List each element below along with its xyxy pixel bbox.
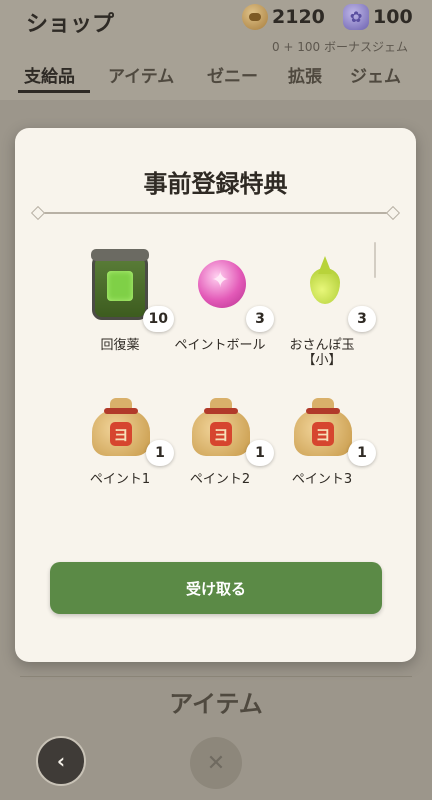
shop-header: ショップ 2120 100 0 + 100 ボーナスジェム 支給品 アイテム ゼ…: [0, 0, 432, 100]
potion-jar-icon: 10: [82, 249, 174, 332]
seed-drop-icon: 3: [284, 250, 376, 332]
reward-item: ヨ 1 ペイント3: [272, 384, 376, 487]
reward-item: ヨ 1 ペイント1: [70, 384, 174, 487]
paint-bag-icon: ヨ 1: [182, 384, 274, 466]
item-label: おさんぽ玉【小】: [289, 338, 355, 368]
close-button[interactable]: ✕: [190, 737, 242, 789]
receive-button[interactable]: 受け取る: [50, 562, 382, 614]
gem-count: 100: [373, 6, 413, 28]
reward-item: 3 おさんぽ玉【小】: [272, 250, 376, 368]
paint-bag-icon: ヨ 1: [284, 384, 376, 466]
scrollbar[interactable]: [374, 242, 376, 278]
coin-count: 2120: [272, 6, 325, 28]
item-label: ペイント1: [89, 472, 151, 487]
tab-gems[interactable]: ジェム: [350, 62, 401, 87]
back-button[interactable]: ‹: [36, 736, 86, 786]
quantity-badge: 1: [246, 440, 274, 466]
tab-expansion[interactable]: 拡張: [288, 62, 322, 87]
quantity-badge: 1: [348, 440, 376, 466]
coin-balance: 2120: [242, 4, 325, 30]
chevron-left-icon: ‹: [56, 749, 66, 773]
divider: [20, 676, 412, 677]
section-title: アイテム: [169, 690, 263, 718]
page-title: ショップ: [26, 12, 115, 37]
active-tab-indicator: [18, 90, 90, 93]
tab-items[interactable]: アイテム: [108, 62, 174, 87]
quantity-badge: 3: [348, 306, 376, 332]
reward-item: 3 ペイントボール: [170, 250, 274, 353]
reward-item: 10 回復薬: [70, 249, 174, 353]
coin-icon: [242, 4, 268, 30]
gem-icon: [343, 4, 369, 30]
ornamental-divider: [30, 205, 401, 221]
tab-zenny[interactable]: ゼニー: [207, 62, 258, 87]
item-label: ペイント3: [291, 472, 353, 487]
shop-tabs: 支給品 アイテム ゼニー 拡張 ジェム: [0, 62, 432, 96]
item-label: ペイント2: [189, 472, 251, 487]
paint-ball-icon: 3: [182, 250, 274, 332]
tab-supplies[interactable]: 支給品: [24, 62, 75, 87]
reward-item: ヨ 1 ペイント2: [170, 384, 274, 487]
item-label: ペイントボール: [174, 338, 266, 353]
item-label: 回復薬: [100, 338, 140, 353]
pre-registration-rewards-modal: 事前登録特典 10 回復薬 3 ペイントボール 3 おさんぽ玉【小】 ヨ 1: [15, 128, 416, 662]
bonus-gems-text: 0 + 100 ボーナスジェム: [271, 40, 408, 54]
modal-title: 事前登録特典: [143, 170, 288, 198]
quantity-badge: 3: [246, 306, 274, 332]
paint-bag-icon: ヨ 1: [82, 384, 174, 466]
close-icon: ✕: [206, 750, 226, 776]
gem-balance: 100: [343, 4, 413, 30]
